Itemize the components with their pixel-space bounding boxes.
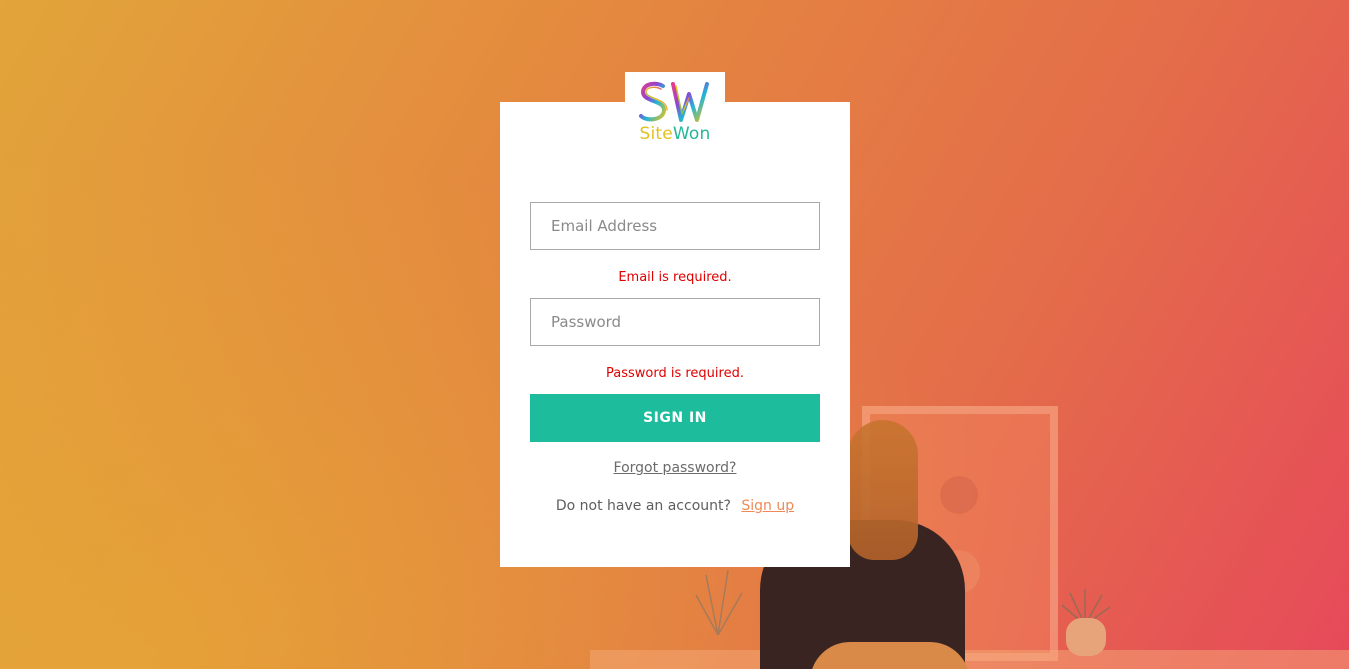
plant-icon: [695, 569, 743, 635]
password-error: Password is required.: [606, 366, 744, 381]
email-field[interactable]: [530, 202, 820, 250]
brand-name-won: Won: [672, 124, 711, 144]
email-error: Email is required.: [618, 270, 732, 285]
signup-row: Do not have an account? Sign up: [530, 498, 820, 514]
person-hair: [848, 420, 918, 560]
frame-circle: [940, 476, 978, 514]
signup-prompt: Do not have an account?: [555, 498, 731, 514]
sitewon-logo-icon: [639, 81, 709, 122]
chair: [810, 642, 970, 669]
sign-in-button[interactable]: SIGN IN: [530, 394, 820, 442]
desk: [590, 650, 1349, 669]
brand-name-site: Site: [639, 124, 673, 144]
sign-up-link[interactable]: Sign up: [741, 498, 794, 514]
forgot-password-link[interactable]: Forgot password?: [530, 460, 820, 476]
brand-wordmark: SiteWon: [625, 124, 725, 144]
vase: [1066, 618, 1106, 656]
password-field[interactable]: [530, 298, 820, 346]
